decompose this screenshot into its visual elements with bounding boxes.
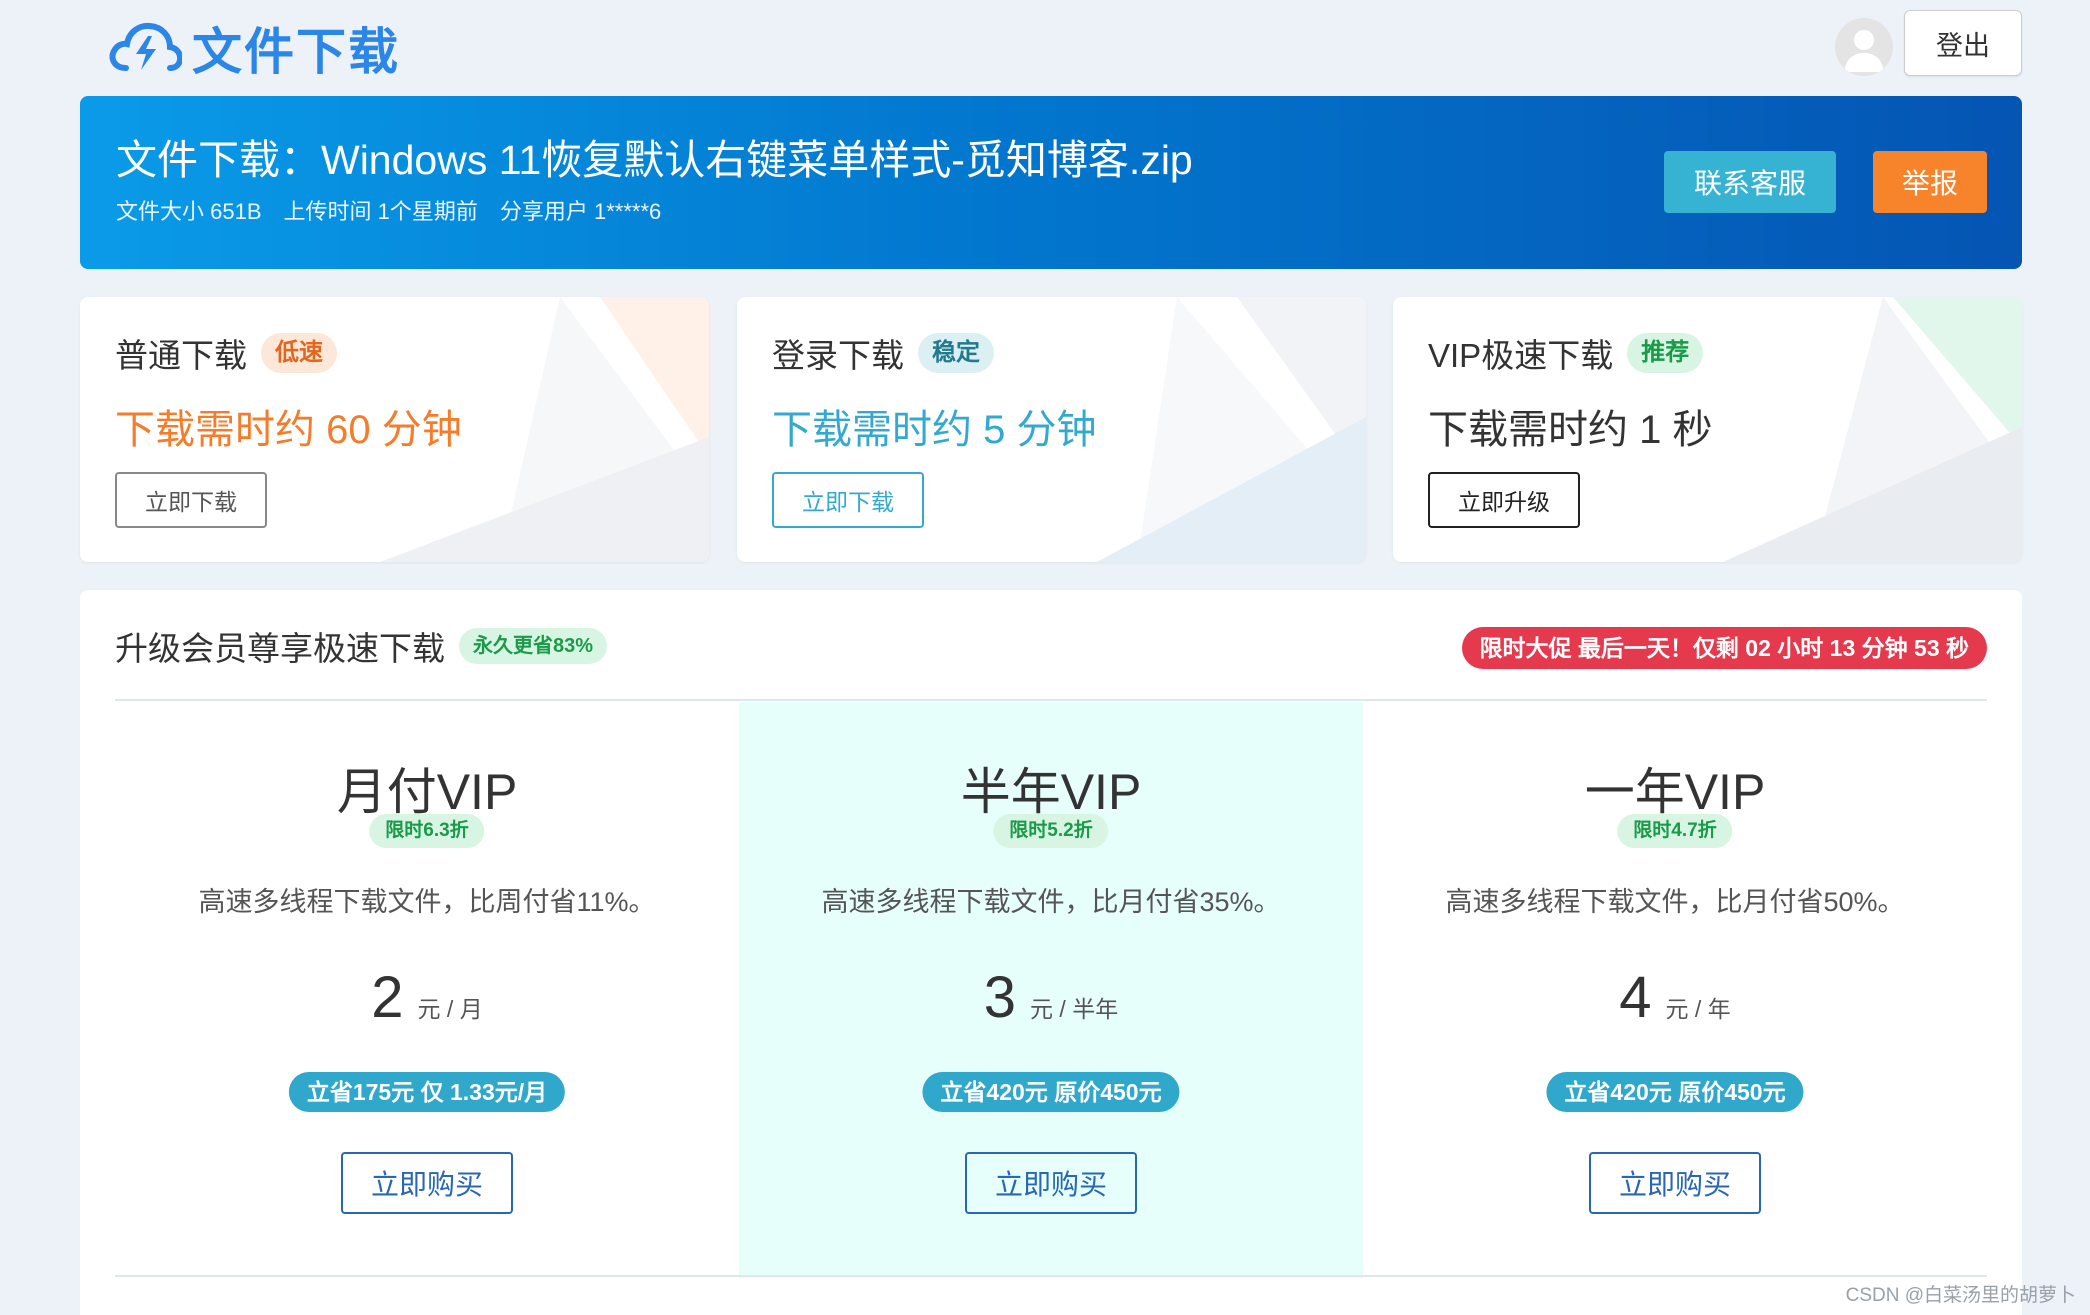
- download-time: 下载需时约 60 分钟: [115, 408, 462, 452]
- card-title: 普通下载: [115, 337, 247, 374]
- savings-tag: 永久更省83%: [459, 628, 608, 664]
- price-value: 2: [371, 965, 404, 1030]
- price-value: 3: [983, 965, 1017, 1030]
- card-title: 登录下载: [772, 337, 904, 374]
- user-avatar-icon[interactable]: [1835, 18, 1893, 76]
- price-value: 4: [1619, 965, 1652, 1030]
- price-unit: 元 / 年: [1665, 996, 1731, 1022]
- price-unit: 元 / 半年: [1030, 996, 1119, 1022]
- card-title: VIP极速下载: [1428, 337, 1614, 374]
- discount-badge: 限时6.3折: [369, 814, 485, 848]
- top-header: 文件下载 登出: [0, 0, 2090, 90]
- watermark: CSDN @白菜汤里的胡萝卜: [1845, 1285, 2076, 1306]
- buy-now-button[interactable]: 立即购买: [341, 1152, 513, 1214]
- membership-title: 升级会员尊享极速下载: [115, 630, 445, 667]
- savings-badge: 立省175元 仅 1.33元/月: [288, 1072, 566, 1112]
- file-title: 文件下载：Windows 11恢复默认右键菜单样式-觅知博客.zip: [116, 137, 1193, 183]
- price-unit: 元 / 月: [417, 996, 483, 1022]
- plan-price: 3 元 / 半年: [739, 964, 1363, 1031]
- promo-countdown-badge: 限时大促 最后一天！仅剩 02 小时 13 分钟 53 秒: [1461, 627, 1987, 669]
- plan-description: 高速多线程下载文件，比月付省50%。: [1445, 887, 1905, 917]
- logout-button[interactable]: 登出: [1904, 10, 2022, 76]
- download-now-button[interactable]: 立即下载: [772, 472, 924, 528]
- speed-tag: 低速: [261, 333, 337, 373]
- savings-badge: 立省420元 原价450元: [1546, 1072, 1804, 1112]
- upload-time: 上传时间 1个星期前: [283, 199, 478, 224]
- plan-description: 高速多线程下载文件，比周付省11%。: [198, 887, 656, 917]
- logo-text: 文件下载: [192, 24, 400, 80]
- file-info-banner: 文件下载：Windows 11恢复默认右键菜单样式-觅知博客.zip 文件大小 …: [80, 96, 2022, 269]
- divider: [115, 1275, 1987, 1277]
- divider: [115, 699, 1987, 701]
- download-time: 下载需时约 5 分钟: [772, 408, 1097, 452]
- speed-tag: 稳定: [918, 333, 994, 373]
- plan-description: 高速多线程下载文件，比月付省35%。: [821, 887, 1281, 917]
- download-time: 下载需时约 1 秒: [1428, 408, 1713, 452]
- buy-now-button[interactable]: 立即购买: [965, 1152, 1137, 1214]
- savings-badge: 立省420元 原价450元: [922, 1072, 1180, 1112]
- report-button[interactable]: 举报: [1873, 151, 1987, 213]
- download-card-normal: 普通下载 低速 下载需时约 60 分钟 立即下载: [80, 297, 709, 562]
- upgrade-now-button[interactable]: 立即升级: [1428, 472, 1580, 528]
- download-card-login: 登录下载 稳定 下载需时约 5 分钟 立即下载: [737, 297, 1366, 562]
- share-user: 分享用户 1*****6: [499, 199, 662, 224]
- download-card-vip: VIP极速下载 推荐 下载需时约 1 秒 立即升级: [1393, 297, 2022, 562]
- download-now-button[interactable]: 立即下载: [115, 472, 267, 528]
- speed-tag: 推荐: [1627, 333, 1704, 373]
- plan-card-yearly: 一年VIP 限时4.7折 高速多线程下载文件，比月付省50%。 4元 / 年 立…: [1363, 702, 1987, 1278]
- discount-badge: 限时4.7折: [1617, 814, 1733, 848]
- plan-card-monthly: 月付VIP 限时6.3折 高速多线程下载文件，比周付省11%。 2元 / 月 立…: [115, 702, 739, 1278]
- membership-panel: 升级会员尊享极速下载 永久更省83% 限时大促 最后一天！仅剩 02 小时 13…: [80, 590, 2022, 1315]
- file-size: 文件大小 651B: [116, 199, 262, 224]
- cloud-lightning-icon: [109, 22, 182, 71]
- plan-card-halfyear: 半年VIP 限时5.2折 高速多线程下载文件，比月付省35%。 3元 / 半年 …: [739, 702, 1363, 1278]
- plan-price: 4 元 / 年: [1363, 964, 1987, 1031]
- file-meta: 文件大小 651B 上传时间 1个星期前 分享用户 1*****6: [116, 194, 661, 226]
- discount-badge: 限时5.2折: [993, 814, 1109, 848]
- contact-support-button[interactable]: 联系客服: [1664, 151, 1836, 213]
- site-logo[interactable]: 文件下载: [108, 12, 400, 84]
- buy-now-button[interactable]: 立即购买: [1589, 1152, 1761, 1214]
- plan-price: 2 元 / 月: [115, 964, 739, 1031]
